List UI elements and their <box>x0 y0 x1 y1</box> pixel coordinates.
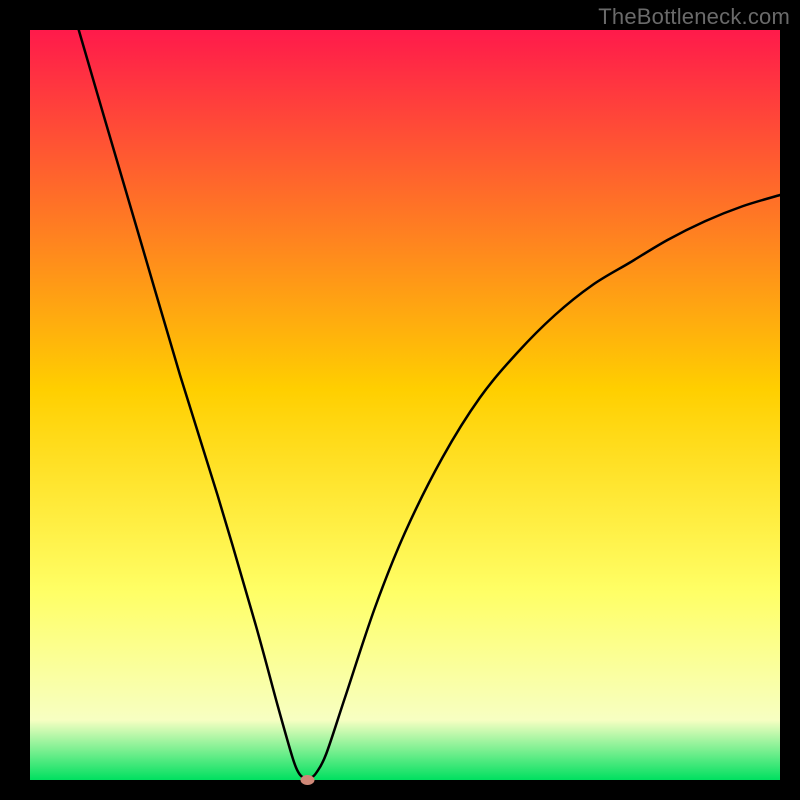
plot-background <box>30 30 780 780</box>
watermark-text: TheBottleneck.com <box>598 4 790 30</box>
chart-frame: TheBottleneck.com <box>0 0 800 800</box>
chart-svg <box>0 0 800 800</box>
minimum-marker <box>301 775 315 785</box>
